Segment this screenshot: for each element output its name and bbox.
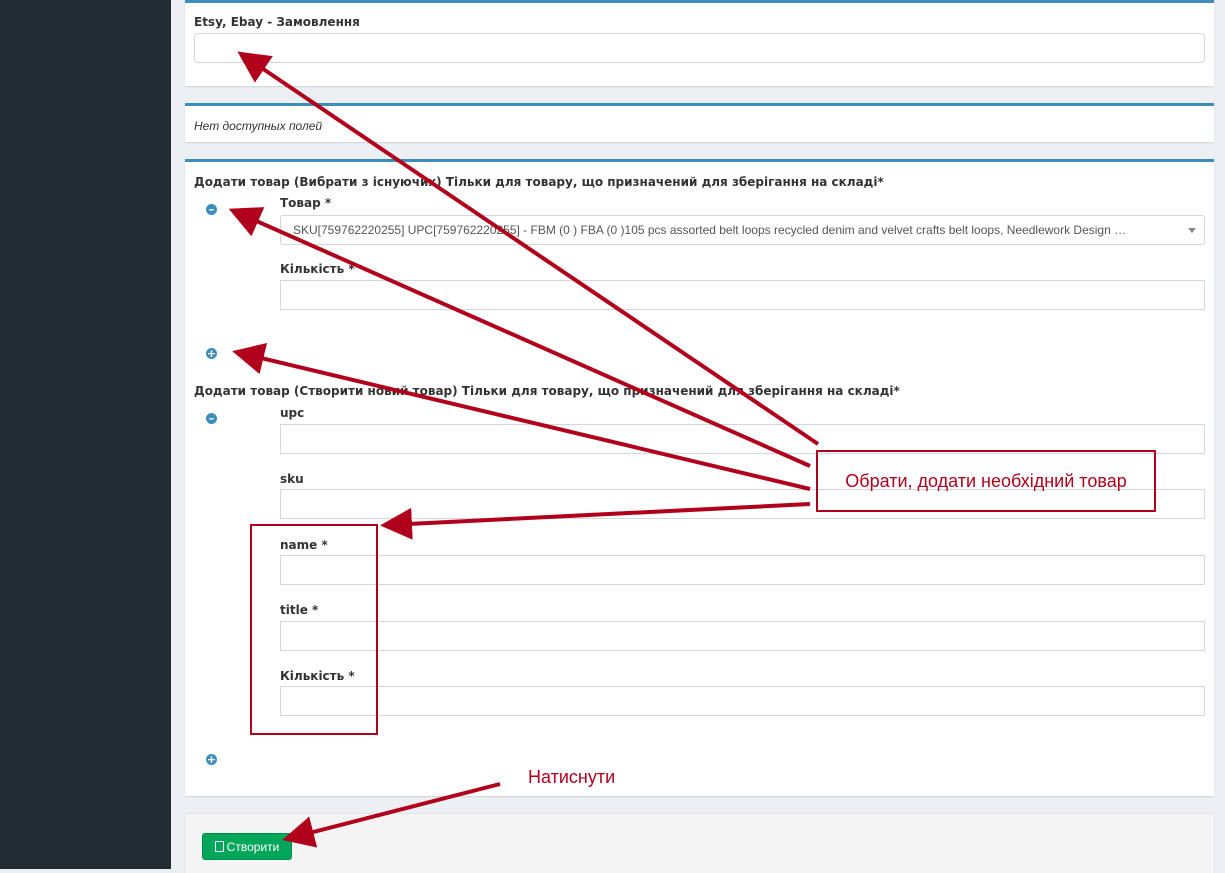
- new-quantity-input[interactable]: [280, 686, 1205, 716]
- main-content: Etsy, Ebay - Замовлення Нет доступных по…: [171, 0, 1225, 873]
- sidebar: [0, 0, 171, 869]
- file-icon: [214, 841, 224, 852]
- plus-circle-icon[interactable]: +: [206, 754, 217, 765]
- footer-box: [185, 813, 1214, 873]
- minus-circle-icon[interactable]: –: [206, 204, 217, 215]
- chevron-down-icon: [1188, 228, 1196, 233]
- orders-input[interactable]: [194, 33, 1205, 63]
- plus-circle-icon[interactable]: +: [206, 348, 217, 359]
- quantity-label: Кількість *: [280, 262, 355, 276]
- orders-label: Etsy, Ebay - Замовлення: [194, 15, 360, 29]
- create-button-label: Створити: [226, 839, 280, 854]
- minus-circle-icon[interactable]: –: [206, 413, 217, 424]
- product-selected-value: SKU[759762220255] UPC[759762220255] - FB…: [293, 223, 1127, 237]
- orders-box: Etsy, Ebay - Замовлення: [185, 0, 1214, 86]
- upc-label: upc: [280, 406, 305, 420]
- annotation-callout-text: Обрати, додати необхідний товар: [845, 470, 1127, 491]
- product-label: Товар *: [280, 196, 332, 210]
- existing-section-title: Додати товар (Вибрати з існуючих) Тільки…: [194, 175, 884, 189]
- title-input[interactable]: [280, 621, 1205, 651]
- product-select[interactable]: SKU[759762220255] UPC[759762220255] - FB…: [280, 215, 1205, 245]
- sku-label: sku: [280, 472, 304, 486]
- highlight-rectangle: [250, 524, 378, 735]
- name-input[interactable]: [280, 555, 1205, 585]
- annotation-press-text: Натиснути: [528, 767, 616, 787]
- annotation-callout: Обрати, додати необхідний товар: [816, 450, 1156, 512]
- create-button[interactable]: Створити: [202, 833, 292, 860]
- new-section-title: Додати товар (Створити новий товар) Тіль…: [194, 384, 900, 398]
- quantity-input[interactable]: [280, 280, 1205, 310]
- no-fields-box: Нет доступных полей: [185, 103, 1214, 142]
- no-fields-text: Нет доступных полей: [194, 119, 323, 133]
